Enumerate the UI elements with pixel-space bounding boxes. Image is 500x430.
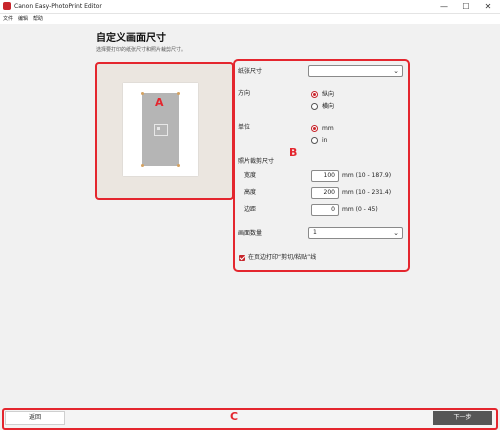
width-range: mm (10 - 187.9) (342, 172, 392, 179)
paper-size-select[interactable]: ⌄ (308, 65, 403, 77)
margin-range: mm (0 - 45) (342, 206, 378, 213)
crop-handle-bottom-left[interactable] (141, 164, 144, 167)
footer-bar (2, 408, 498, 430)
count-label: 画面数量 (238, 230, 263, 237)
window-title: Canon Easy-PhotoPrint Editor (14, 3, 102, 10)
height-input[interactable]: 200 (311, 187, 339, 199)
orientation-landscape-radio[interactable] (311, 103, 318, 110)
label-b: B (289, 146, 298, 159)
menu-help[interactable]: 帮助 (33, 14, 43, 24)
crop-size-label: 照片裁剪尺寸 (238, 158, 275, 165)
height-range: mm (10 - 231.4) (342, 189, 392, 196)
chevron-down-icon: ⌄ (393, 67, 399, 75)
width-input[interactable]: 100 (311, 170, 339, 182)
count-select[interactable]: 1 ⌄ (308, 227, 403, 239)
label-c: C (230, 410, 239, 423)
back-button[interactable]: 返回 (5, 411, 65, 425)
unit-mm-radio[interactable] (311, 125, 318, 132)
margin-label: 边距 (244, 206, 257, 213)
count-value: 1 (313, 229, 317, 236)
app-logo-icon (3, 2, 11, 10)
unit-in-radio[interactable] (311, 137, 318, 144)
crop-handle-top-right[interactable] (177, 92, 180, 95)
print-cut-lines-checkbox[interactable] (239, 255, 245, 261)
height-label: 高度 (244, 189, 257, 196)
orientation-portrait-label: 纵向 (322, 91, 335, 98)
margin-input[interactable]: 0 (311, 204, 339, 216)
menu-bar (0, 14, 500, 24)
unit-label: 单位 (238, 124, 251, 131)
chevron-down-icon: ⌄ (393, 229, 399, 237)
label-a: A (155, 96, 164, 109)
menu-file[interactable]: 文件 (3, 14, 13, 24)
menu-edit[interactable]: 编辑 (18, 14, 28, 24)
page-title: 自定义画面尺寸 (96, 33, 166, 44)
orientation-landscape-label: 横向 (322, 103, 335, 110)
orientation-portrait-radio[interactable] (311, 91, 318, 98)
orientation-label: 方向 (238, 90, 251, 97)
unit-in-label: in (322, 137, 328, 144)
next-button[interactable]: 下一步 (433, 411, 492, 425)
maximize-button[interactable]: ☐ (458, 0, 474, 13)
crop-handle-top-left[interactable] (141, 92, 144, 95)
unit-mm-label: mm (322, 125, 334, 132)
close-button[interactable]: ✕ (480, 0, 496, 13)
width-label: 宽度 (244, 172, 257, 179)
minimize-button[interactable]: — (436, 0, 452, 13)
print-cut-lines-label: 在页边打印“剪切/粘贴”线 (248, 254, 317, 261)
page-subtitle: 选择要打印的纸张尺寸和照片裁剪尺寸。 (96, 47, 187, 53)
paper-size-label: 纸张尺寸 (238, 68, 263, 75)
image-icon (154, 124, 168, 136)
crop-handle-bottom-right[interactable] (177, 164, 180, 167)
